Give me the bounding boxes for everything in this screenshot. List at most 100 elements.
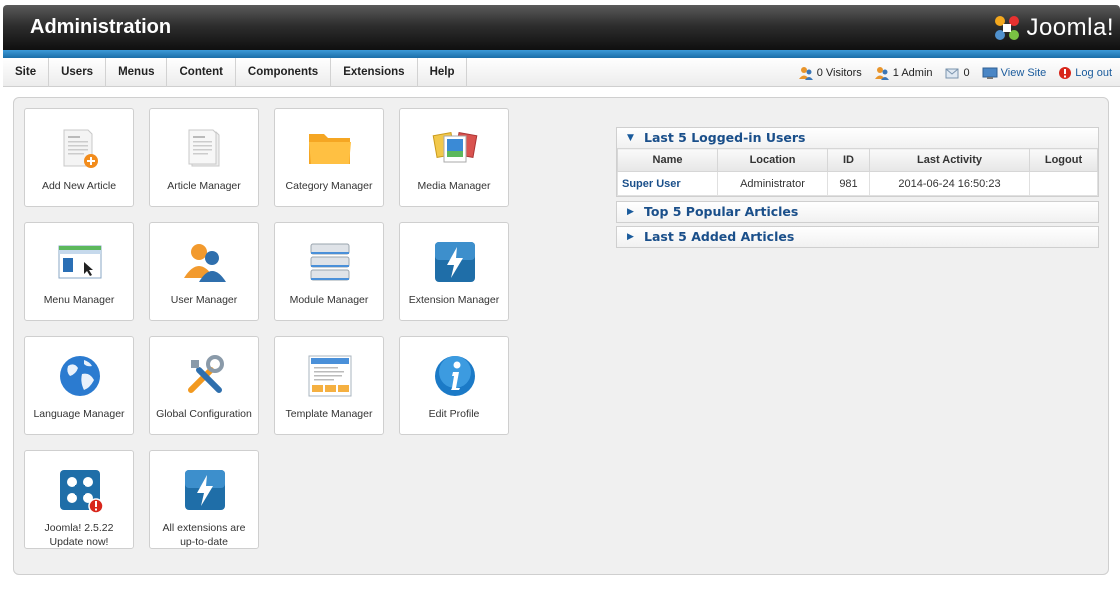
users-icon	[184, 244, 226, 282]
tile-media-manager[interactable]: Media Manager	[399, 108, 509, 207]
logout-icon	[1059, 66, 1072, 79]
view-site-label: View Site	[1000, 66, 1047, 79]
visitors-icon	[798, 66, 813, 80]
user-location: Administrator	[717, 171, 828, 196]
tile-category-manager[interactable]: Category Manager	[274, 108, 384, 207]
menu-item-users[interactable]: Users	[49, 58, 107, 87]
visitors-count: 0 Visitors	[816, 66, 862, 79]
col-logout: Logout	[1029, 148, 1098, 172]
lightning-icon	[185, 470, 225, 510]
logged-in-users-table: Name Location ID Last Activity Logout Su…	[617, 148, 1098, 196]
monitor-icon	[982, 67, 998, 79]
joomla-update-icon	[60, 470, 104, 514]
table-header-row: Name Location ID Last Activity Logout	[617, 148, 1098, 172]
globe-icon	[60, 356, 100, 396]
menu-item-components[interactable]: Components	[236, 58, 332, 87]
messages-icon	[945, 68, 959, 78]
col-id: ID	[827, 148, 870, 172]
view-site-link[interactable]: View Site	[982, 66, 1047, 80]
tile-menu-manager[interactable]: Menu Manager	[24, 222, 134, 321]
tile-label: Module Manager	[289, 294, 369, 306]
triangle-right-icon: ▶	[627, 207, 634, 217]
menu-item-site[interactable]: Site	[3, 58, 50, 87]
joomla-logo: Joomla!	[992, 13, 1114, 43]
logo-text: Joomla!	[1026, 14, 1114, 41]
user-id: 981	[827, 171, 870, 196]
panel-logged-in-users: ▼ Last 5 Logged-in Users Name Location I…	[616, 127, 1099, 197]
table-row: Super User Administrator 981 2014-06-24 …	[617, 171, 1098, 196]
tile-label: Language Manager	[33, 408, 125, 420]
tile-label: Media Manager	[417, 180, 491, 192]
tile-label-line2: Update now!	[49, 536, 109, 548]
user-logout[interactable]	[1029, 171, 1098, 196]
user-last-activity: 2014-06-24 16:50:23	[869, 171, 1030, 196]
tile-label-line1: All extensions are	[162, 522, 246, 534]
tile-module-manager[interactable]: Module Manager	[274, 222, 384, 321]
tile-label-line1: Joomla! 2.5.22	[44, 522, 114, 534]
tile-label: Menu Manager	[43, 294, 115, 306]
article-icon	[188, 129, 220, 167]
media-icon	[432, 132, 478, 163]
user-name-link[interactable]: Super User	[617, 171, 718, 196]
visitors-status: 0 Visitors	[798, 66, 862, 80]
page-title: Administration	[30, 16, 172, 38]
tile-extension-manager[interactable]: Extension Manager	[399, 222, 509, 321]
messages-count: 0	[963, 66, 970, 79]
admins-count: 1 Admin	[892, 66, 933, 79]
messages-status[interactable]: 0	[945, 66, 970, 80]
panel-popular-articles: ▶ Top 5 Popular Articles	[616, 201, 1099, 223]
tile-add-new-article[interactable]: Add New Article	[24, 108, 134, 207]
tile-language-manager[interactable]: Language Manager	[24, 336, 134, 435]
tile-label: Article Manager	[167, 180, 241, 192]
menu-bar: Site Users Menus Content Components Exte…	[3, 58, 1120, 87]
folder-icon	[309, 134, 351, 164]
header-accent-bar	[3, 50, 1120, 58]
panel-title: Last 5 Added Articles	[644, 229, 795, 244]
module-stack-icon	[310, 243, 350, 281]
menu-window-icon	[58, 245, 102, 279]
panel-header-logged-in[interactable]: ▼ Last 5 Logged-in Users	[617, 128, 1098, 148]
add-article-icon	[63, 129, 98, 168]
panel-title: Top 5 Popular Articles	[644, 204, 799, 219]
panel-title: Last 5 Logged-in Users	[644, 130, 806, 145]
admin-page: Administration Joomla! Site Users Menus …	[0, 0, 1120, 590]
tile-joomla-update[interactable]: Joomla! 2.5.22 Update now!	[24, 450, 134, 549]
panel-header-popular[interactable]: ▶ Top 5 Popular Articles	[617, 202, 1098, 222]
col-location: Location	[717, 148, 828, 172]
logout-link[interactable]: Log out	[1058, 66, 1112, 80]
menu-item-content[interactable]: Content	[167, 58, 236, 87]
admin-icon	[874, 66, 889, 80]
tile-extensions-up-to-date[interactable]: All extensions are up-to-date	[149, 450, 259, 549]
tile-label: Global Configuration	[156, 408, 252, 420]
menu-item-menus[interactable]: Menus	[106, 58, 168, 87]
tile-template-manager[interactable]: Template Manager	[274, 336, 384, 435]
tile-label: User Manager	[170, 294, 238, 306]
tile-label-line2: up-to-date	[180, 536, 228, 548]
col-name: Name	[617, 148, 718, 172]
admins-status: 1 Admin	[874, 66, 933, 80]
template-icon	[308, 355, 352, 397]
tile-global-configuration[interactable]: Global Configuration	[149, 336, 259, 435]
tile-article-manager[interactable]: Article Manager	[149, 108, 259, 207]
panel-added-articles: ▶ Last 5 Added Articles	[616, 226, 1099, 248]
panel-header-added[interactable]: ▶ Last 5 Added Articles	[617, 227, 1098, 247]
tile-user-manager[interactable]: User Manager	[149, 222, 259, 321]
tile-label: Edit Profile	[428, 408, 480, 420]
logout-label: Log out	[1075, 66, 1112, 79]
tile-label: Joomla! 2.5.22 Update now!	[25, 521, 133, 549]
info-icon	[435, 356, 475, 396]
tile-label: Category Manager	[285, 180, 373, 192]
tile-edit-profile[interactable]: Edit Profile	[399, 336, 509, 435]
tile-label: Extension Manager	[408, 294, 500, 306]
tile-label: Template Manager	[285, 408, 373, 420]
lightning-icon	[435, 242, 475, 282]
tools-icon	[188, 355, 224, 393]
triangle-down-icon: ▼	[627, 133, 634, 143]
status-bar: 0 Visitors 1 Admin 0 View Site Log out	[798, 58, 1112, 87]
menu-item-extensions[interactable]: Extensions	[331, 58, 418, 87]
menu-item-help[interactable]: Help	[418, 58, 468, 87]
tile-label: All extensions are up-to-date	[150, 521, 258, 549]
joomla-logo-icon	[995, 16, 1020, 40]
col-last-activity: Last Activity	[869, 148, 1030, 172]
header-bar: Administration Joomla!	[3, 5, 1120, 50]
